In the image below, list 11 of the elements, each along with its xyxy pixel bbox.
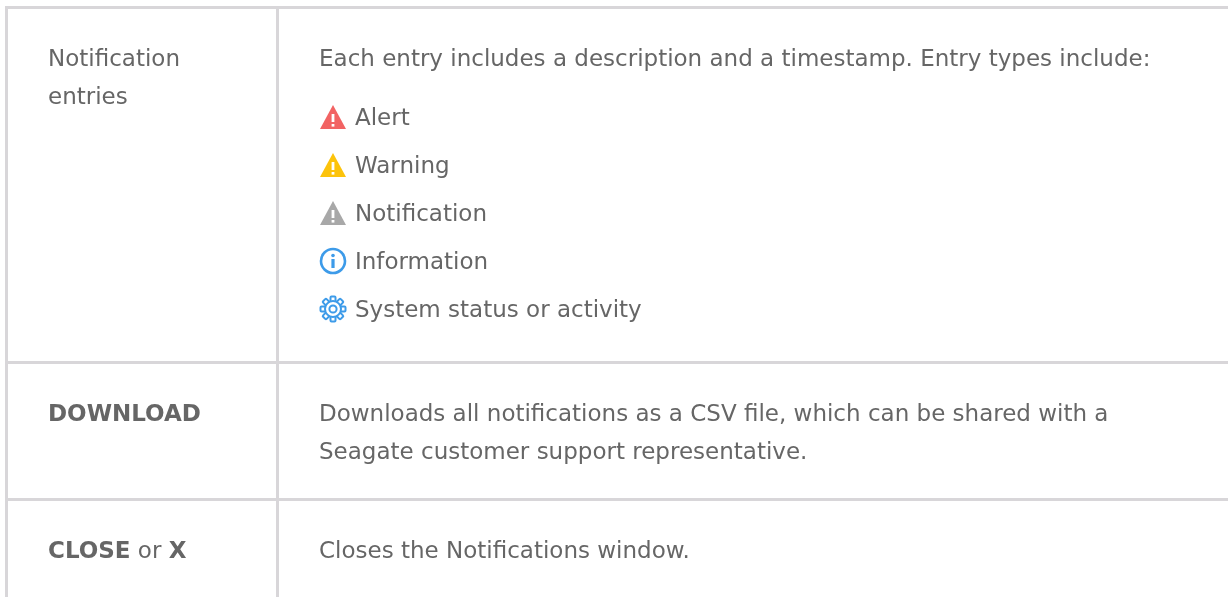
- term-text: DOWNLOAD: [48, 400, 201, 426]
- description-text: Downloads all notifications as a CSV file, which can be shared with a Seagate customer support representative.: [319, 399, 1110, 466]
- entry-type-label: Notification: [355, 199, 487, 228]
- description-text: Each entry includes a description and a timestamp. Entry types include:: [319, 44, 1152, 73]
- term-text: Notification entries: [48, 45, 180, 109]
- entry-type-label: Alert: [355, 103, 410, 132]
- description-text: Closes the Notifications window.: [319, 536, 691, 565]
- entry-type-label: Warning: [355, 151, 450, 180]
- entry-type-label: System status or activity: [355, 295, 642, 324]
- entry-type-label: Information: [355, 247, 489, 276]
- term-text: CLOSE or X: [48, 537, 187, 563]
